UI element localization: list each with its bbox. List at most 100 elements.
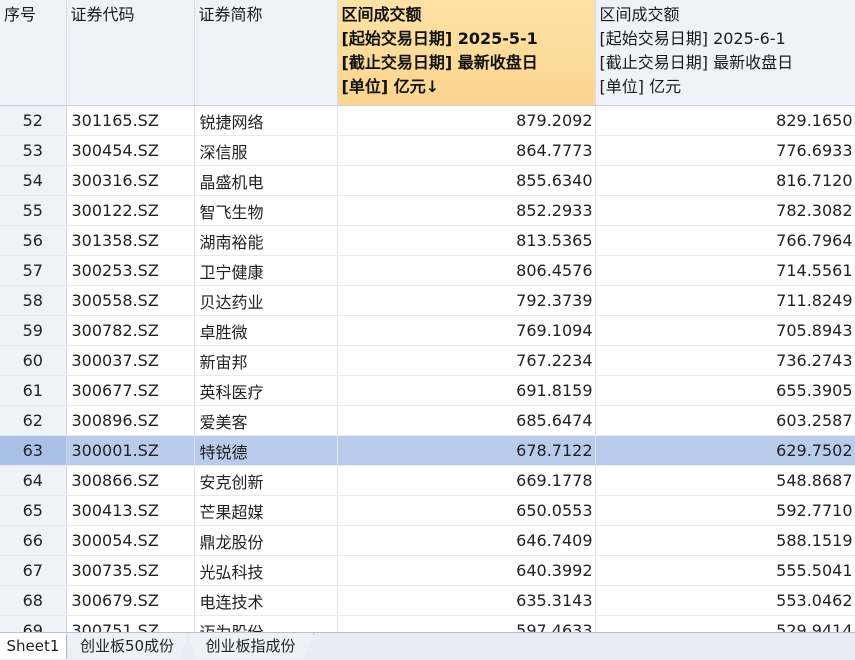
table-row[interactable]: 65 300413.SZ 芒果超媒 650.0553 592.7710: [0, 495, 855, 526]
turnover-jun-cell[interactable]: 829.1650: [595, 105, 855, 136]
code-cell[interactable]: 300896.SZ: [66, 405, 195, 436]
table-row[interactable]: 69 300751.SZ 迈为股份 597.4633 529.9414: [0, 615, 855, 632]
name-cell[interactable]: 锐捷网络: [194, 105, 338, 136]
code-cell[interactable]: 300122.SZ: [66, 195, 195, 226]
turnover-jun-cell[interactable]: 736.2743: [595, 345, 855, 376]
code-cell[interactable]: 300001.SZ: [66, 435, 195, 466]
row-index-cell[interactable]: 64: [0, 465, 67, 496]
name-cell[interactable]: 卓胜微: [194, 315, 338, 346]
row-index-cell[interactable]: 68: [0, 585, 67, 616]
name-cell[interactable]: 贝达药业: [194, 285, 338, 316]
row-index-cell[interactable]: 60: [0, 345, 67, 376]
name-cell[interactable]: 湖南裕能: [194, 225, 338, 256]
row-index-cell[interactable]: 55: [0, 195, 67, 226]
turnover-jun-cell[interactable]: 766.7964: [595, 225, 855, 256]
table-row[interactable]: 57 300253.SZ 卫宁健康 806.4576 714.5561: [0, 255, 855, 286]
header-index[interactable]: 序号: [0, 0, 67, 106]
table-row[interactable]: 61 300677.SZ 英科医疗 691.8159 655.3905: [0, 375, 855, 406]
turnover-may-cell[interactable]: 852.2933: [337, 195, 596, 226]
name-cell[interactable]: 光弘科技: [194, 555, 338, 586]
table-row[interactable]: 52 301165.SZ 锐捷网络 879.2092 829.1650: [0, 105, 855, 136]
code-cell[interactable]: 300735.SZ: [66, 555, 195, 586]
code-cell[interactable]: 300253.SZ: [66, 255, 195, 286]
turnover-jun-cell[interactable]: 553.0462: [595, 585, 855, 616]
turnover-may-cell[interactable]: 640.3992: [337, 555, 596, 586]
code-cell[interactable]: 300679.SZ: [66, 585, 195, 616]
turnover-jun-cell[interactable]: 548.8687: [595, 465, 855, 496]
name-cell[interactable]: 晶盛机电: [194, 165, 338, 196]
row-index-cell[interactable]: 66: [0, 525, 67, 556]
code-cell[interactable]: 300413.SZ: [66, 495, 195, 526]
name-cell[interactable]: 新宙邦: [194, 345, 338, 376]
table-row[interactable]: 58 300558.SZ 贝达药业 792.3739 711.8249: [0, 285, 855, 316]
row-index-cell[interactable]: 54: [0, 165, 67, 196]
turnover-may-cell[interactable]: 806.4576: [337, 255, 596, 286]
table-row[interactable]: 54 300316.SZ 晶盛机电 855.6340 816.7120: [0, 165, 855, 196]
table-row[interactable]: 64 300866.SZ 安克创新 669.1778 548.8687: [0, 465, 855, 496]
name-cell[interactable]: 特锐德: [194, 435, 338, 466]
turnover-jun-cell[interactable]: 588.1519: [595, 525, 855, 556]
name-cell[interactable]: 深信服: [194, 135, 338, 166]
sheet-tab-chinext-index[interactable]: 创业板指成份: [188, 633, 314, 659]
code-cell[interactable]: 300677.SZ: [66, 375, 195, 406]
sheet-tab-chinext50[interactable]: 创业板50成份: [66, 633, 189, 659]
code-cell[interactable]: 300037.SZ: [66, 345, 195, 376]
name-cell[interactable]: 芒果超媒: [194, 495, 338, 526]
row-index-cell[interactable]: 58: [0, 285, 67, 316]
table-row[interactable]: 59 300782.SZ 卓胜微 769.1094 705.8943: [0, 315, 855, 346]
row-index-cell[interactable]: 67: [0, 555, 67, 586]
row-index-cell[interactable]: 57: [0, 255, 67, 286]
turnover-jun-cell[interactable]: 705.8943: [595, 315, 855, 346]
turnover-may-cell[interactable]: 678.7122: [337, 435, 596, 466]
turnover-jun-cell[interactable]: 776.6933: [595, 135, 855, 166]
row-index-cell[interactable]: 63: [0, 435, 67, 466]
name-cell[interactable]: 爱美客: [194, 405, 338, 436]
turnover-may-cell[interactable]: 650.0553: [337, 495, 596, 526]
turnover-may-cell[interactable]: 813.5365: [337, 225, 596, 256]
row-index-cell[interactable]: 61: [0, 375, 67, 406]
turnover-may-cell[interactable]: 767.2234: [337, 345, 596, 376]
table-row[interactable]: 63 300001.SZ 特锐德 678.7122 629.7502: [0, 435, 855, 466]
turnover-may-cell[interactable]: 864.7773: [337, 135, 596, 166]
turnover-jun-cell[interactable]: 555.5041: [595, 555, 855, 586]
name-cell[interactable]: 迈为股份: [194, 615, 338, 632]
turnover-may-cell[interactable]: 855.6340: [337, 165, 596, 196]
table-row[interactable]: 56 301358.SZ 湖南裕能 813.5365 766.7964: [0, 225, 855, 256]
code-cell[interactable]: 300751.SZ: [66, 615, 195, 632]
header-turnover-jun[interactable]: 区间成交额 [起始交易日期] 2025-6-1 [截止交易日期] 最新收盘日 […: [595, 0, 855, 106]
name-cell[interactable]: 鼎龙股份: [194, 525, 338, 556]
row-index-cell[interactable]: 65: [0, 495, 67, 526]
row-index-cell[interactable]: 52: [0, 105, 67, 136]
name-cell[interactable]: 智飞生物: [194, 195, 338, 226]
turnover-jun-cell[interactable]: 714.5561: [595, 255, 855, 286]
code-cell[interactable]: 301358.SZ: [66, 225, 195, 256]
sheet-tab-sheet1[interactable]: Sheet1: [0, 633, 67, 659]
turnover-may-cell[interactable]: 792.3739: [337, 285, 596, 316]
turnover-jun-cell[interactable]: 603.2587: [595, 405, 855, 436]
name-cell[interactable]: 安克创新: [194, 465, 338, 496]
code-cell[interactable]: 300316.SZ: [66, 165, 195, 196]
row-index-cell[interactable]: 62: [0, 405, 67, 436]
table-row[interactable]: 66 300054.SZ 鼎龙股份 646.7409 588.1519: [0, 525, 855, 556]
table-row[interactable]: 55 300122.SZ 智飞生物 852.2933 782.3082: [0, 195, 855, 226]
turnover-may-cell[interactable]: 685.6474: [337, 405, 596, 436]
table-row[interactable]: 68 300679.SZ 电连技术 635.3143 553.0462: [0, 585, 855, 616]
header-turnover-may[interactable]: 区间成交额 [起始交易日期] 2025-5-1 [截止交易日期] 最新收盘日 […: [337, 0, 596, 106]
table-row[interactable]: 67 300735.SZ 光弘科技 640.3992 555.5041: [0, 555, 855, 586]
turnover-jun-cell[interactable]: 655.3905: [595, 375, 855, 406]
header-code[interactable]: 证券代码: [66, 0, 195, 106]
turnover-jun-cell[interactable]: 782.3082: [595, 195, 855, 226]
row-index-cell[interactable]: 59: [0, 315, 67, 346]
turnover-may-cell[interactable]: 769.1094: [337, 315, 596, 346]
name-cell[interactable]: 电连技术: [194, 585, 338, 616]
code-cell[interactable]: 300054.SZ: [66, 525, 195, 556]
turnover-jun-cell[interactable]: 629.7502: [595, 435, 855, 466]
code-cell[interactable]: 300782.SZ: [66, 315, 195, 346]
name-cell[interactable]: 英科医疗: [194, 375, 338, 406]
turnover-jun-cell[interactable]: 711.8249: [595, 285, 855, 316]
code-cell[interactable]: 300866.SZ: [66, 465, 195, 496]
table-row[interactable]: 62 300896.SZ 爱美客 685.6474 603.2587: [0, 405, 855, 436]
row-index-cell[interactable]: 56: [0, 225, 67, 256]
code-cell[interactable]: 300454.SZ: [66, 135, 195, 166]
row-index-cell[interactable]: 53: [0, 135, 67, 166]
